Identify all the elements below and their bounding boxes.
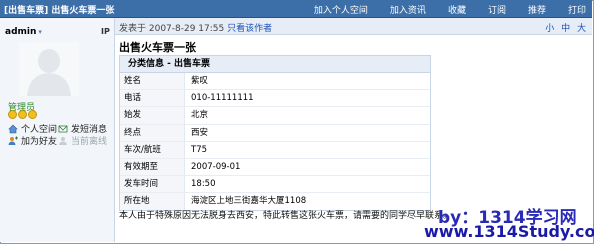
username-text[interactable]: admin <box>5 27 36 37</box>
star-icon <box>28 110 37 119</box>
info-key: 始发 <box>120 107 185 124</box>
info-value: 2007-09-01 <box>191 161 241 172</box>
ip-label: IP <box>101 27 110 36</box>
offline-icon <box>59 136 67 145</box>
add-friend-label: 加为好友 <box>21 137 58 147</box>
info-value: 18:50 <box>191 179 216 190</box>
watermark-line2: www.1314Study.com <box>424 222 594 241</box>
window-title: [出售车票] 出售火车票一张 <box>4 6 115 16</box>
font-size-switcher: 小 中 大 <box>541 21 586 34</box>
info-row: 有效期至 2007-09-01 <box>120 158 430 177</box>
menu-favorite[interactable]: 收藏 <box>448 3 466 16</box>
star-icon <box>8 110 17 119</box>
author-sidebar: admin ▾ IP 管理员 个人空间 发短消息 加为好友 当前离线 <box>0 18 115 242</box>
info-key: 终点 <box>120 124 185 141</box>
post-body: 本人由于特殊原因无法脱身去西安，特此转售这张火车票，请需要的同学尽早联系。 <box>119 211 453 221</box>
info-key: 姓名 <box>120 73 185 90</box>
online-status: 当前离线 <box>58 134 107 147</box>
username[interactable]: admin ▾ <box>5 27 42 37</box>
info-row: 电话 010-11111111 <box>120 90 430 108</box>
avatar[interactable] <box>19 42 79 96</box>
menu-print[interactable]: 打印 <box>568 3 586 16</box>
top-menu: 加入个人空间 加入资讯 收藏 订阅 推荐 打印 <box>292 3 586 16</box>
classified-info-table: 分类信息 - 出售车票 姓名 紫叹 电话 010-11111111 始发 北京 … <box>119 55 431 211</box>
add-friend-link[interactable]: 加为好友 <box>8 134 57 147</box>
info-row: 终点 西安 <box>120 124 430 142</box>
message-icon <box>58 125 68 132</box>
add-friend-icon <box>8 136 18 145</box>
info-value: 北京 <box>191 110 209 121</box>
rank-stars <box>8 110 38 119</box>
font-medium-button[interactable]: 中 <box>561 24 570 34</box>
info-table-header: 分类信息 - 出售车票 <box>120 56 430 73</box>
info-row: 发车时间 18:50 <box>120 176 430 194</box>
menu-add-news[interactable]: 加入资讯 <box>390 3 426 16</box>
font-small-button[interactable]: 小 <box>545 24 554 34</box>
star-icon <box>18 110 27 119</box>
info-value: 010-11111111 <box>191 93 254 104</box>
info-key: 有效期至 <box>120 158 185 176</box>
post-meta-bar: 发表于 2007-8-29 17:55 只看该作者 小 中 大 <box>115 18 592 35</box>
info-row: 始发 北京 <box>120 107 430 125</box>
info-value: 紫叹 <box>191 76 209 86</box>
avatar-silhouette-icon <box>27 49 71 96</box>
chevron-down-icon[interactable]: ▾ <box>38 28 42 36</box>
home-icon <box>8 124 18 133</box>
post-meta: 发表于 2007-8-29 17:55 只看该作者 <box>119 21 272 34</box>
font-large-button[interactable]: 大 <box>577 24 586 34</box>
info-key: 车次/航班 <box>120 141 185 158</box>
title-bar: [出售车票] 出售火车票一张 加入个人空间 加入资讯 收藏 订阅 推荐 打印 <box>0 0 592 18</box>
info-key: 发车时间 <box>120 176 185 193</box>
menu-add-space[interactable]: 加入个人空间 <box>314 3 368 16</box>
info-row: 姓名 紫叹 <box>120 73 430 91</box>
post-date: 发表于 2007-8-29 17:55 <box>119 24 225 34</box>
post-title: 出售火车票一张 <box>119 41 196 54</box>
only-author-link[interactable]: 只看该作者 <box>227 24 272 34</box>
info-value: T75 <box>191 144 208 155</box>
online-status-label: 当前离线 <box>71 137 108 147</box>
info-value: 西安 <box>191 127 209 138</box>
info-row: 车次/航班 T75 <box>120 141 430 159</box>
menu-recommend[interactable]: 推荐 <box>528 3 546 16</box>
menu-subscribe[interactable]: 订阅 <box>488 3 506 16</box>
info-key: 电话 <box>120 90 185 107</box>
